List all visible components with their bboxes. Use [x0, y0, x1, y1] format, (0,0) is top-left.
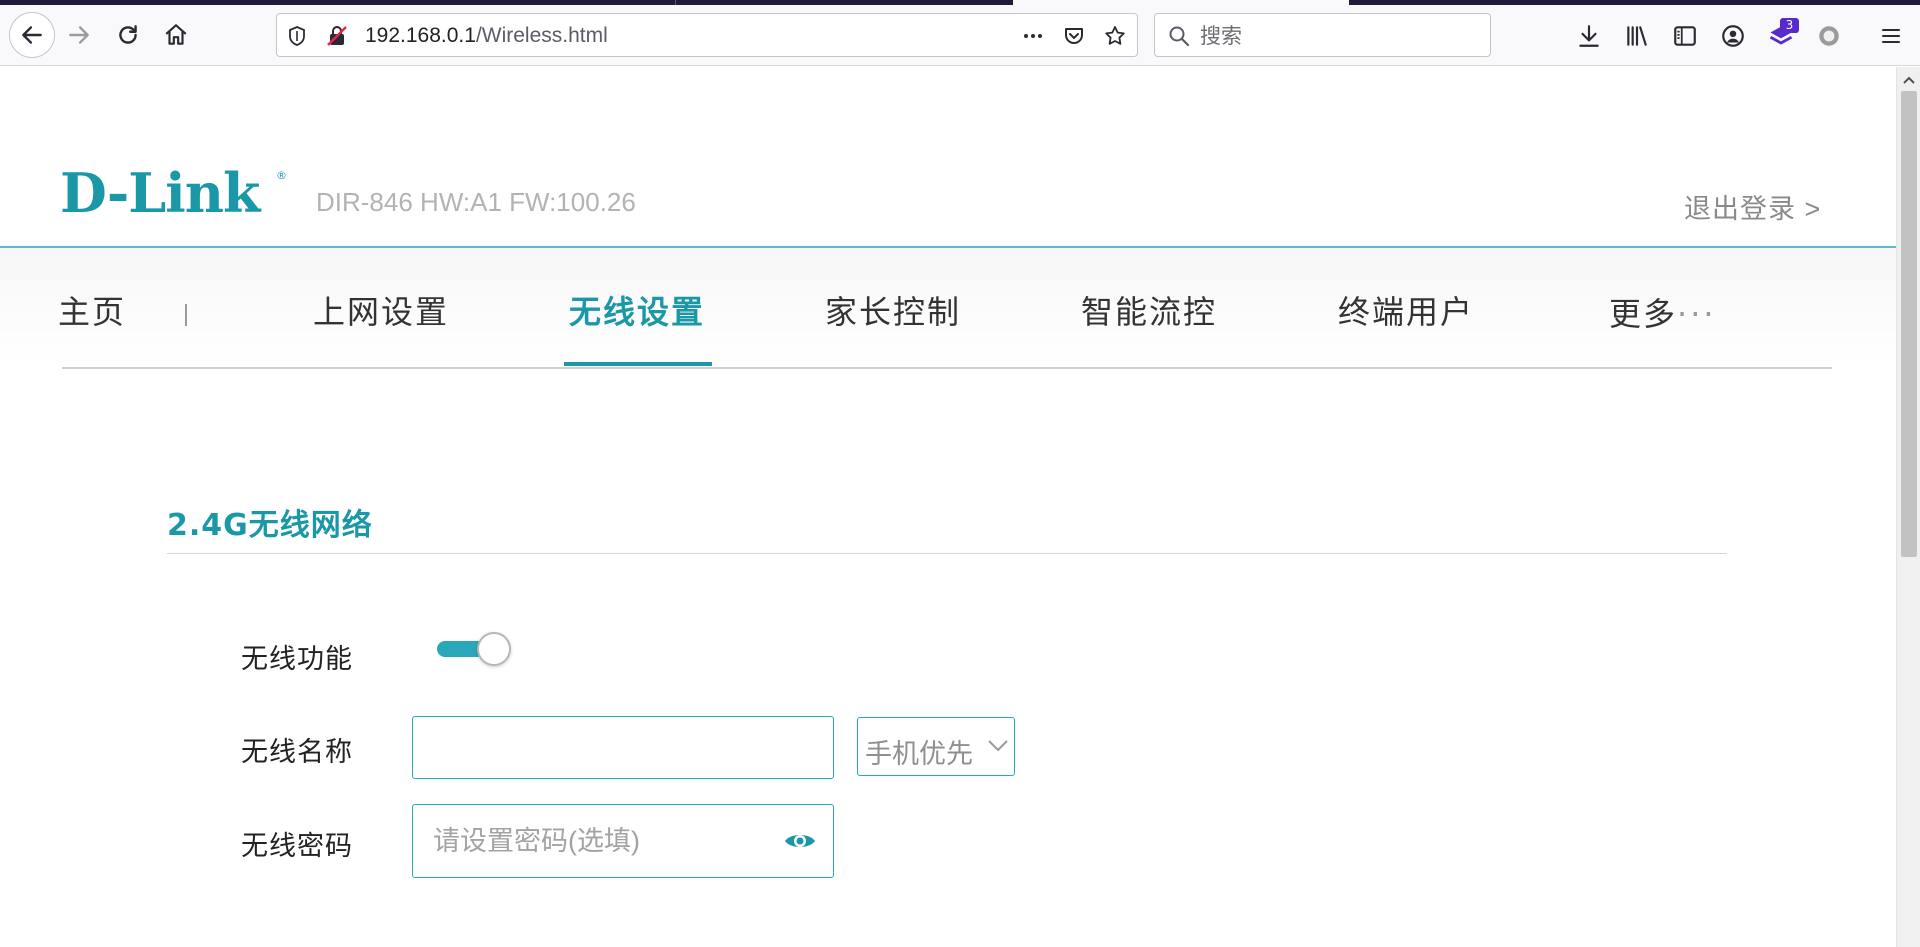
section-title: 2.4G无线网络 [167, 508, 373, 543]
search-placeholder: 搜索 [1200, 24, 1242, 48]
account-icon [1722, 25, 1744, 47]
nav-active-indicator [564, 362, 712, 366]
nav-item-client-users[interactable]: 终端用户 [1338, 292, 1474, 332]
extension-button[interactable]: 3 [1766, 18, 1799, 51]
hamburger-menu-icon [1882, 29, 1900, 43]
forward-button[interactable] [58, 14, 100, 56]
dlink-logo: D-Link ® [60, 166, 287, 220]
search-bar[interactable]: 搜索 [1154, 13, 1491, 57]
menu-button[interactable] [1876, 21, 1906, 51]
home-icon [165, 24, 187, 45]
library-button[interactable] [1622, 21, 1652, 51]
insecure-lock-icon[interactable] [325, 24, 349, 48]
chevron-down-icon [988, 740, 1008, 752]
url-text[interactable]: 192.168.0.1/Wireless.html [365, 23, 608, 49]
nav-more-label: 更多 [1609, 295, 1678, 333]
reload-icon [119, 25, 137, 44]
arrow-left-icon [22, 26, 42, 44]
account-button[interactable] [1718, 21, 1748, 51]
pocket-icon[interactable] [1062, 24, 1086, 48]
library-icon [1627, 26, 1647, 46]
logout-link[interactable]: 退出登录 > [1684, 187, 1821, 226]
sidebar-icon [1674, 26, 1696, 46]
page-scrollbar[interactable] [1896, 67, 1920, 947]
nav-item-traffic-control[interactable]: 智能流控 [1081, 292, 1217, 332]
reload-button[interactable] [107, 14, 149, 56]
priority-selected-value: 手机优先 [865, 739, 973, 770]
search-icon [1169, 26, 1190, 47]
address-bar[interactable]: 192.168.0.1/Wireless.html [276, 13, 1138, 57]
scroll-up-arrow-icon[interactable] [1901, 73, 1917, 87]
browser-toolbar: 192.168.0.1/Wireless.html 搜索 3 [0, 5, 1920, 66]
nav-item-internet-settings[interactable]: 上网设置 [313, 292, 449, 332]
wireless-enable-label: 无线功能 [241, 644, 353, 675]
wireless-enable-toggle[interactable] [437, 630, 517, 670]
sidebar-button[interactable] [1670, 21, 1700, 51]
more-actions-icon[interactable] [1021, 24, 1045, 48]
back-button[interactable] [9, 12, 55, 58]
extension-badge: 3 [1780, 18, 1799, 33]
scrollbar-thumb[interactable] [1901, 91, 1917, 557]
nav-item-home[interactable]: 主页 [58, 292, 126, 332]
ssid-label: 无线名称 [241, 737, 353, 768]
home-button[interactable] [155, 14, 197, 56]
nav-item-wireless-settings[interactable]: 无线设置 [569, 292, 705, 332]
circle-extension-icon [1819, 26, 1839, 46]
priority-select[interactable]: 手机优先 [857, 717, 1015, 776]
logo-text: D-Link [60, 161, 260, 225]
main-nav: 主页 上网设置 无线设置 家长控制 智能流控 终端用户 更多··· [0, 248, 1896, 368]
password-input[interactable] [412, 804, 834, 878]
logo-registered-mark: ® [276, 169, 287, 182]
shield-icon[interactable] [285, 24, 309, 48]
url-host: 192.168.0.1 [365, 24, 476, 47]
ssid-input[interactable] [412, 716, 834, 779]
more-dots-icon: ··· [1677, 295, 1717, 333]
arrow-right-icon [69, 26, 89, 44]
download-icon [1579, 25, 1599, 47]
nav-separator [185, 304, 187, 326]
model-info: DIR-846 HW:A1 FW:100.26 [316, 187, 636, 217]
nav-divider [62, 367, 1832, 369]
nav-item-more[interactable]: 更多··· [1609, 294, 1717, 334]
downloads-button[interactable] [1574, 21, 1604, 51]
toggle-knob [477, 632, 511, 666]
bookmark-star-icon[interactable] [1103, 24, 1127, 48]
eye-icon[interactable] [783, 829, 817, 853]
extension-button-2[interactable] [1814, 21, 1844, 51]
url-path: /Wireless.html [475, 24, 608, 47]
nav-item-parental-control[interactable]: 家长控制 [825, 292, 961, 332]
page-viewport: D-Link ® DIR-846 HW:A1 FW:100.26 退出登录 > … [0, 67, 1896, 947]
section-divider [167, 553, 1727, 554]
password-label: 无线密码 [241, 831, 353, 862]
